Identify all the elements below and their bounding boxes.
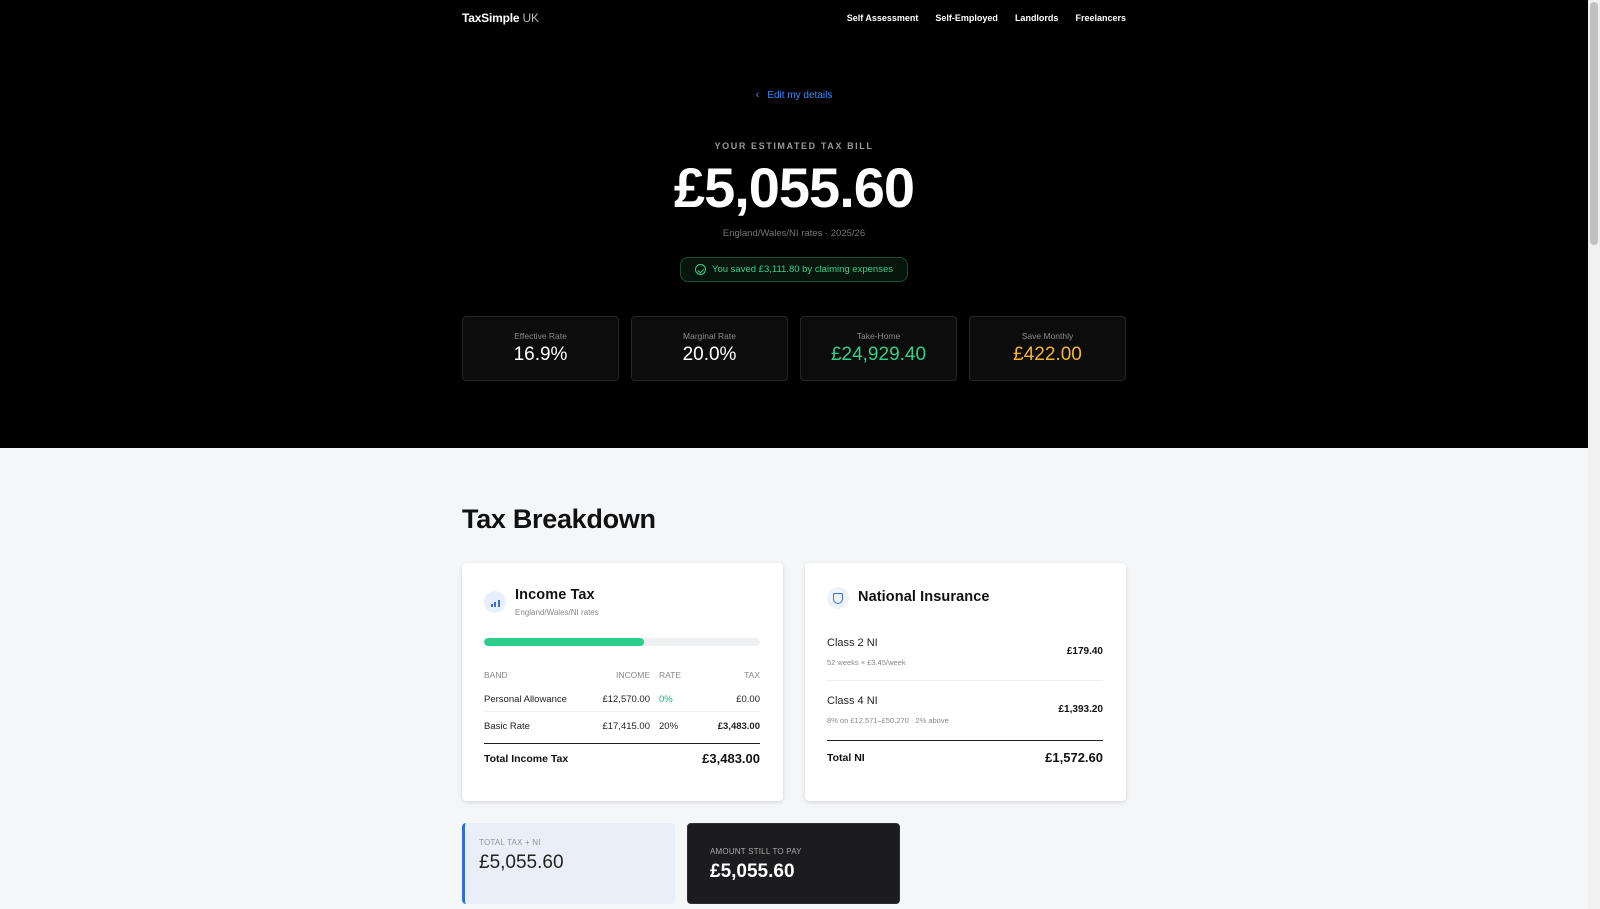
ni-class-value: £179.40 [1066,646,1103,657]
stat-save-monthly: Save Monthly £422.00 [969,316,1126,381]
stat-value: 16.9% [513,344,568,365]
nav-link-freelancers[interactable]: Freelancers [1075,13,1126,23]
table-row: Personal Allowance £12,570.00 0% £0.00 [484,686,760,712]
row-income: £17,415.00 [602,721,650,732]
row-rate: 20% [659,721,679,732]
check-circle-icon [695,264,706,275]
income-tax-card: Income Tax England/Wales/NI rates BAND I… [462,563,783,801]
page-scrollbar[interactable] [1588,0,1600,909]
stat-value: 20.0% [682,344,737,365]
amount-to-pay-label: AMOUNT STILL TO PAY [710,847,802,856]
stats-row: Effective Rate 16.9% Marginal Rate 20.0%… [462,316,1126,381]
scrollbar-thumb[interactable] [1590,2,1598,245]
total-tax-ni-card: TOTAL TAX + NI £5,055.60 [462,823,675,904]
national-insurance-card: National Insurance Class 2 NI 52 weeks ×… [805,563,1126,801]
total-divider [484,743,760,744]
row-band: Basic Rate [484,721,530,732]
chevron-left-icon: ‹ [755,89,760,101]
income-tax-progress [484,638,760,646]
row-rate: 0% [659,694,673,705]
brand-name: TaxSimple [462,11,520,25]
edit-details-link[interactable]: ‹ Edit my details [0,89,1588,101]
edit-details-label: Edit my details [767,90,833,101]
header-income: INCOME [616,670,650,680]
stat-label: Marginal Rate [683,331,736,341]
row-tax: £0.00 [736,694,760,705]
ni-class-name: Class 4 NI [827,695,878,707]
stat-label: Save Monthly [1021,331,1074,341]
brand-suffix: UK [522,11,539,25]
header-tax: TAX [744,670,760,680]
total-divider [827,740,1103,741]
stat-label: Effective Rate [514,331,567,341]
list-item: Class 2 NI 52 weeks × £3.45/week £179.40 [827,637,1103,681]
amount-to-pay-card: AMOUNT STILL TO PAY £5,055.60 [687,823,900,904]
amount-to-pay-value: £5,055.60 [710,861,795,882]
national-insurance-title: National Insurance [858,589,990,605]
list-item: Class 4 NI 8% on £12,571–£50,270 · 2% ab… [827,695,1103,739]
estimate-subtitle: England/Wales/NI rates · 2025/26 [722,228,866,239]
stat-value: £422.00 [1013,344,1082,365]
savings-badge: You saved £3,111.80 by claiming expenses [680,257,908,282]
ni-class-detail: 8% on £12,571–£50,270 · 2% above [827,716,949,725]
stat-marginal-rate: Marginal Rate 20.0% [631,316,788,381]
tax-breakdown-title: Tax Breakdown [462,504,656,534]
row-band: Personal Allowance [484,694,567,705]
income-tax-subtitle: England/Wales/NI rates [515,608,599,617]
ni-total-label: Total NI [827,752,865,764]
income-tax-title: Income Tax [515,587,595,603]
stat-value: £24,929.40 [830,344,927,365]
hero-section: TaxSimple UK Self Assessment Self-Employ… [0,0,1588,448]
shield-icon [827,587,849,609]
row-tax: £3,483.00 [717,721,760,732]
total-tax-ni-value: £5,055.60 [479,852,564,873]
bar-chart-icon [484,591,506,613]
row-income: £12,570.00 [602,694,650,705]
header-band: BAND [484,670,508,680]
nav-links: Self Assessment Self-Employed Landlords … [847,13,1126,23]
income-tax-progress-fill [484,638,645,646]
ni-class-name: Class 2 NI [827,637,878,649]
income-tax-total-label: Total Income Tax [484,753,569,765]
estimate-amount: £5,055.60 [673,156,915,219]
stat-effective-rate: Effective Rate 16.9% [462,316,619,381]
table-row: Basic Rate £17,415.00 20% £3,483.00 [484,713,760,739]
savings-text: You saved £3,111.80 by claiming expenses [712,264,893,275]
header-rate: RATE [659,670,682,680]
nav-link-self-assessment[interactable]: Self Assessment [847,13,919,23]
ni-class-detail: 52 weeks × £3.45/week [827,658,906,667]
stat-label: Take-Home [856,331,901,341]
stat-take-home: Take-Home £24,929.40 [800,316,957,381]
total-tax-ni-label: TOTAL TAX + NI [479,838,541,847]
ni-class-value: £1,393.20 [1058,704,1104,715]
brand-logo[interactable]: TaxSimple UK [462,11,539,25]
nav-link-self-employed[interactable]: Self-Employed [935,13,998,23]
income-tax-total-value: £3,483.00 [702,751,760,766]
ni-total-value: £1,572.60 [1045,750,1103,765]
estimate-label: YOUR ESTIMATED TAX BILL [714,141,874,151]
top-nav: TaxSimple UK Self Assessment Self-Employ… [462,10,1126,26]
nav-link-landlords[interactable]: Landlords [1015,13,1059,23]
